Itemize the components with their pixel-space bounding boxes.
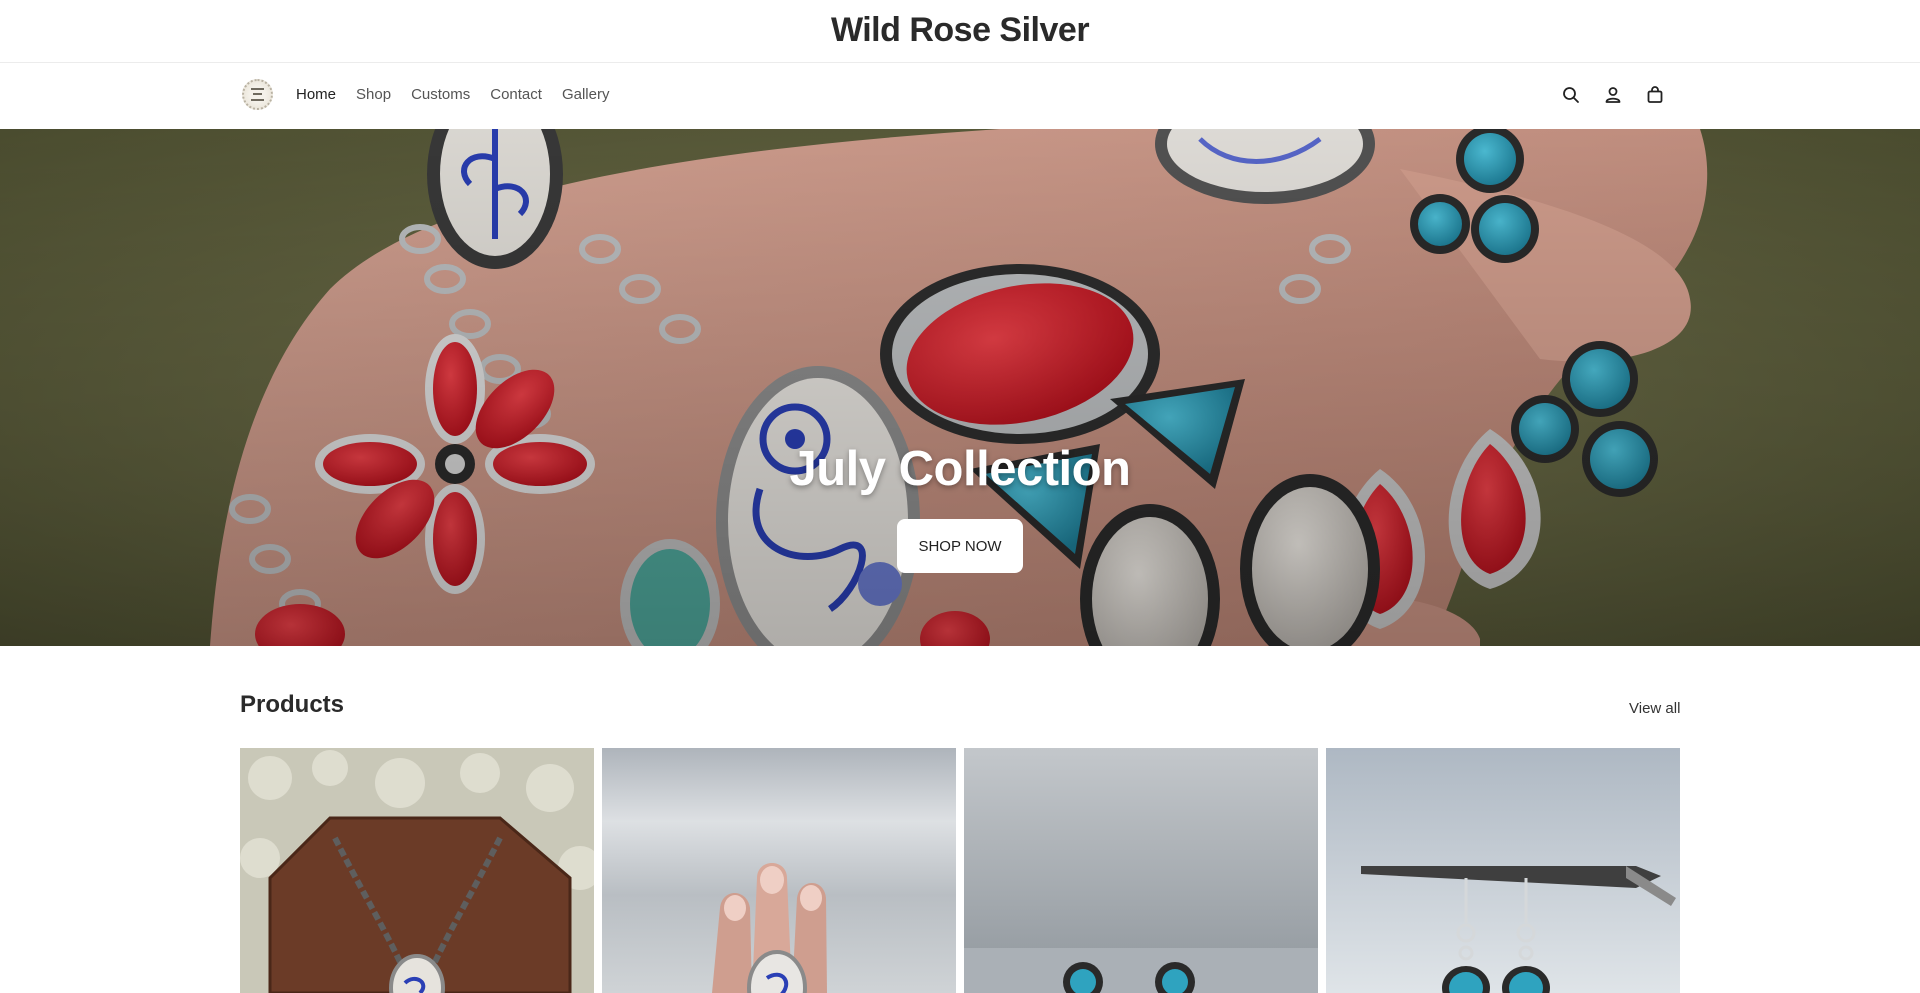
nav-link-customs[interactable]: Customs: [411, 86, 470, 103]
view-all-link[interactable]: View all: [1629, 700, 1680, 717]
nav-link-home[interactable]: Home: [296, 86, 336, 103]
search-icon[interactable]: [1561, 85, 1581, 105]
product-image-studs: [964, 748, 1318, 993]
main-nav: Home Shop Customs Contact Gallery: [0, 63, 1920, 129]
hero-banner: July Collection SHOP NOW: [0, 129, 1920, 646]
brand-logo[interactable]: [242, 79, 273, 110]
hero-heading: July Collection: [789, 442, 1131, 496]
product-card[interactable]: [1326, 748, 1680, 993]
site-title[interactable]: Wild Rose Silver: [0, 11, 1920, 50]
product-card[interactable]: [602, 748, 956, 993]
nav-icons: [1561, 85, 1665, 105]
product-card[interactable]: [964, 748, 1318, 993]
nav-link-contact[interactable]: Contact: [490, 86, 542, 103]
product-image-necklace: [240, 748, 594, 993]
nav-link-gallery[interactable]: Gallery: [562, 86, 610, 103]
product-card[interactable]: [240, 748, 594, 993]
product-image-ring: [602, 748, 956, 993]
products-heading: Products: [240, 691, 345, 718]
nav-links: Home Shop Customs Contact Gallery: [296, 86, 609, 103]
site-header: Wild Rose Silver: [0, 0, 1920, 63]
shop-now-button[interactable]: SHOP NOW: [897, 519, 1023, 573]
product-image-dangle-earrings: [1326, 748, 1680, 993]
cart-icon[interactable]: [1645, 85, 1665, 105]
logo-mark-icon: [251, 88, 264, 101]
nav-link-shop[interactable]: Shop: [356, 86, 391, 103]
account-icon[interactable]: [1603, 85, 1623, 105]
